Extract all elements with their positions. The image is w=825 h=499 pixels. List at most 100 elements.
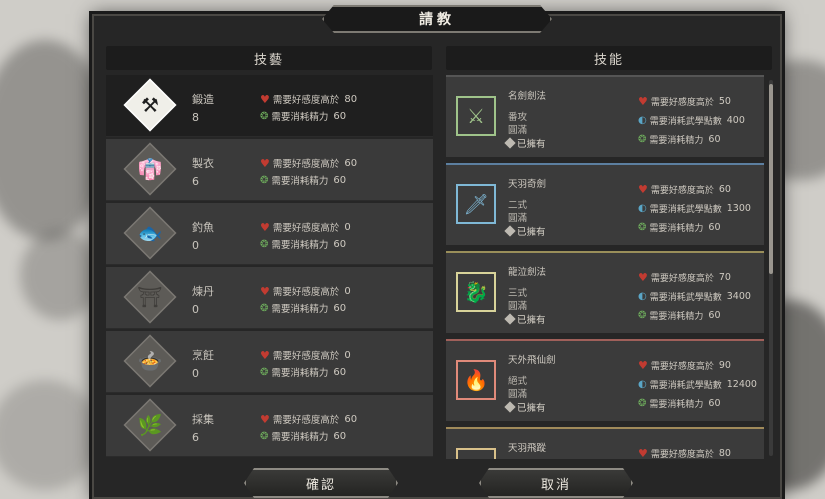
skill-tier: 番攻: [508, 112, 528, 123]
skill-points-requirement: ◐ 需要消耗武學點數 400: [638, 115, 745, 127]
cancel-button[interactable]: 取消: [479, 468, 633, 498]
skill-name: 天羽飛蹤: [508, 443, 547, 454]
skills-scrollbar[interactable]: [769, 80, 773, 456]
stamina-icon: ❂: [638, 222, 647, 233]
green-sword-skill-icon: ⚔: [456, 96, 496, 136]
skill-tier: 三式: [508, 288, 528, 299]
stamina-requirement: ❂ 需要消耗精力 60: [638, 310, 721, 322]
craft-row-forging[interactable]: ⚒ 鍛造 8 ♥ 需要好感度高於 80 ❂ 需要消耗精力 60: [106, 75, 433, 137]
stamina-requirement: ❂ 需要消耗精力 60: [260, 174, 347, 188]
skill-mastery: 圓滿: [508, 213, 528, 224]
cooking-bowl-icon: 🍲: [137, 349, 163, 373]
craft-row-cooking[interactable]: 🍲 烹飪 0 ♥ 需要好感度高於 0 ❂ 需要消耗精力 60: [106, 331, 433, 393]
owned-status: 已擁有: [504, 312, 546, 326]
stamina-requirement: ❂ 需要消耗精力 60: [260, 110, 347, 124]
skill-card[interactable]: ⚔ 名劍劍法 番攻 圓滿 已擁有 ♥ 需要好感度高於 50 ◐ 需要消耗武學點數 400…: [446, 75, 764, 157]
craft-level: 8: [192, 111, 199, 124]
heart-icon: ♥: [260, 220, 270, 234]
pavilion-icon: ⛩: [137, 285, 163, 309]
skill-card[interactable]: ✦ 天羽飛蹤 ♥需要好感度高於80: [446, 427, 764, 459]
affection-requirement: ♥ 需要好感度高於 0: [260, 284, 351, 299]
stamina-requirement: ❂ 需要消耗精力 60: [260, 302, 347, 316]
stamina-requirement: ❂ 需要消耗精力 60: [638, 222, 721, 234]
skill-points-requirement: ◐ 需要消耗武學點數 12400: [638, 379, 757, 391]
skill-card[interactable]: 🐉 龍泣劍法 三式 圓滿 已擁有 ♥ 需要好感度高於 70 ◐ 需要消耗武學點數 340…: [446, 251, 764, 333]
craft-name: 烹飪: [192, 349, 214, 362]
dialog-title: 請教: [419, 12, 455, 28]
stamina-icon: ❂: [638, 398, 647, 409]
scrollbar-thumb[interactable]: [769, 84, 773, 274]
affection-requirement: ♥ 需要好感度高於 80: [260, 92, 358, 107]
skill-mastery: 圓滿: [508, 301, 528, 312]
stamina-requirement: ❂ 需要消耗精力 60: [260, 366, 347, 380]
craft-name: 製衣: [192, 157, 214, 170]
craft-row-gathering[interactable]: 🌿 採集 6 ♥ 需要好感度高於 60 ❂ 需要消耗精力 60: [106, 395, 433, 457]
stamina-icon: ❂: [638, 134, 647, 145]
dialog-title-tab: 請教: [322, 5, 552, 33]
craft-row-tailoring[interactable]: 👘 製衣 6 ♥ 需要好感度高於 60 ❂ 需要消耗精力 60: [106, 139, 433, 201]
heart-icon: ♥: [638, 447, 648, 459]
affection-requirement: ♥ 需要好感度高於 90: [638, 359, 731, 372]
skill-card[interactable]: 🔥 天外飛仙劍 絕式 圓滿 已擁有 ♥ 需要好感度高於 90 ◐ 需要消耗武學點數 12…: [446, 339, 764, 421]
stamina-requirement: ❂ 需要消耗精力 60: [638, 398, 721, 410]
heart-icon: ♥: [260, 412, 270, 426]
skill-tier: 二式: [508, 200, 528, 211]
confirm-button[interactable]: 確認: [244, 468, 398, 498]
red-sword-skill-icon: 🔥: [456, 360, 496, 400]
stamina-icon: ❂: [260, 174, 269, 186]
stamina-icon: ❂: [260, 366, 269, 378]
skill-point-icon: ◐: [638, 291, 647, 302]
heart-icon: ♥: [638, 271, 648, 284]
crafts-header: 技藝: [106, 46, 432, 70]
craft-level: 0: [192, 303, 199, 316]
diamond-icon: [504, 137, 516, 149]
skill-points-requirement: ◐ 需要消耗武學點數 1300: [638, 203, 751, 215]
owned-status: 已擁有: [504, 136, 546, 150]
affection-requirement: ♥ 需要好感度高於 70: [638, 271, 731, 284]
craft-name: 鍛造: [192, 93, 214, 106]
heart-icon: ♥: [260, 284, 270, 298]
blue-sword-skill-icon: 🗡: [456, 184, 496, 224]
crafts-list: ⚒ 鍛造 8 ♥ 需要好感度高於 80 ❂ 需要消耗精力 60 👘 製衣 6 ♥ 需要好感…: [106, 75, 433, 459]
craft-name: 釣魚: [192, 221, 214, 234]
craft-row-alchemy[interactable]: ⛩ 煉丹 0 ♥ 需要好感度高於 0 ❂ 需要消耗精力 60: [106, 267, 433, 329]
diamond-icon: [504, 225, 516, 237]
owned-status: 已擁有: [504, 224, 546, 238]
ink-wash: [0, 380, 100, 490]
skills-header: 技能: [446, 46, 772, 70]
skill-name: 天羽奇劍: [508, 179, 547, 190]
diamond-icon: [504, 401, 516, 413]
stamina-icon: ❂: [638, 310, 647, 321]
skill-mastery: 圓滿: [508, 125, 528, 136]
heart-icon: ♥: [638, 359, 648, 372]
skill-point-icon: ◐: [638, 379, 647, 390]
skill-mastery: 圓滿: [508, 389, 528, 400]
stamina-icon: ❂: [260, 110, 269, 122]
skill-points-requirement: ◐ 需要消耗武學點數 3400: [638, 291, 751, 303]
craft-row-fishing[interactable]: 🐟 釣魚 0 ♥ 需要好感度高於 0 ❂ 需要消耗精力 60: [106, 203, 433, 265]
fish-icon: 🐟: [137, 221, 163, 245]
affection-requirement: ♥ 需要好感度高於 60: [260, 156, 358, 171]
affection-requirement: ♥ 需要好感度高於 0: [260, 348, 351, 363]
craft-level: 6: [192, 431, 199, 444]
anvil-icon: ⚒: [141, 93, 159, 117]
ink-wash: [20, 230, 100, 320]
heart-icon: ♥: [638, 183, 648, 196]
stamina-icon: ❂: [260, 302, 269, 314]
affection-requirement: ♥ 需要好感度高於 50: [638, 95, 731, 108]
affection-requirement: ♥ 需要好感度高於 60: [260, 412, 358, 427]
gold-skill-icon: ✦: [456, 448, 496, 459]
stamina-icon: ❂: [260, 238, 269, 250]
clothing-icon: 👘: [137, 157, 163, 181]
heart-icon: ♥: [260, 348, 270, 362]
stamina-requirement: ❂ 需要消耗精力 60: [260, 238, 347, 252]
craft-level: 6: [192, 175, 199, 188]
skill-point-icon: ◐: [638, 115, 647, 126]
skill-card[interactable]: 🗡 天羽奇劍 二式 圓滿 已擁有 ♥ 需要好感度高於 60 ◐ 需要消耗武學點數 130…: [446, 163, 764, 245]
heart-icon: ♥: [260, 92, 270, 106]
skill-tier: 絕式: [508, 376, 528, 387]
craft-level: 0: [192, 239, 199, 252]
skills-list: ⚔ 名劍劍法 番攻 圓滿 已擁有 ♥ 需要好感度高於 50 ◐ 需要消耗武學點數 400…: [446, 75, 764, 459]
stamina-requirement: ❂ 需要消耗精力 60: [260, 430, 347, 444]
stamina-icon: ❂: [260, 430, 269, 442]
